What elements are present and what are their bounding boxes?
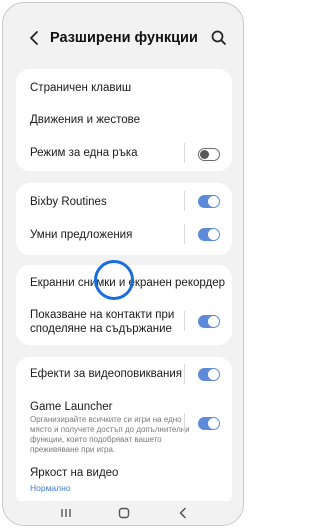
settings-group-2: Bixby Routines Умни предложения [16, 183, 232, 255]
video-call-effects-item[interactable]: Ефекти за видеоповиквания [16, 357, 232, 391]
item-label: Движения и жестове [30, 114, 140, 126]
divider [184, 364, 185, 384]
app-bar: Разширени функции [3, 21, 243, 57]
search-icon[interactable] [209, 28, 229, 48]
item-value: Нормално [30, 483, 71, 493]
item-label: Страничен клавиш [30, 82, 132, 94]
bixby-routines-toggle[interactable] [198, 195, 220, 208]
item-label: Game Launcher [30, 401, 113, 413]
show-contacts-sharing-toggle[interactable] [198, 315, 220, 328]
divider [184, 311, 185, 331]
settings-group-4: Ефекти за видеоповиквания Game Launcher … [16, 357, 232, 507]
smart-suggestions-toggle[interactable] [198, 228, 220, 241]
item-label-line2: споделяне на съдържание [30, 323, 172, 335]
divider [184, 413, 185, 433]
divider [184, 143, 185, 163]
recent-apps-icon[interactable] [58, 505, 74, 521]
show-contacts-sharing-item[interactable]: Показване на контакти при споделяне на с… [16, 299, 232, 345]
game-launcher-toggle[interactable] [198, 417, 220, 430]
item-label: Ефекти за видеоповиквания [30, 368, 183, 380]
divider [184, 224, 185, 244]
video-call-effects-toggle[interactable] [198, 368, 220, 381]
one-handed-mode-item[interactable]: Режим за една ръка [16, 137, 232, 171]
bixby-routines-item[interactable]: Bixby Routines [16, 183, 232, 219]
page-title: Разширени функции [50, 30, 198, 46]
item-label: Яркост на видео [30, 467, 119, 479]
smart-suggestions-item[interactable]: Умни предложения [16, 219, 232, 255]
side-key-item[interactable]: Страничен клавиш [16, 69, 232, 103]
settings-group-1: Страничен клавиш Движения и жестове Режи… [16, 69, 232, 171]
video-brightness-item[interactable]: Яркост на видео Нормално [16, 463, 232, 501]
back-icon[interactable] [175, 505, 191, 521]
tap-highlight-circle [94, 260, 134, 300]
game-launcher-item[interactable]: Game Launcher Организирайте всичките си … [16, 391, 232, 454]
home-icon[interactable] [116, 505, 132, 521]
item-description: Организирайте всичките си игри на едно м… [30, 415, 190, 454]
item-label: Режим за една ръка [30, 147, 138, 159]
item-label: Bixby Routines [30, 196, 107, 208]
item-label: Умни предложения [30, 229, 133, 241]
phone-screen: Разширени функции Страничен клавиш Движе… [2, 2, 244, 526]
motions-gestures-item[interactable]: Движения и жестове [16, 103, 232, 137]
divider [184, 191, 185, 211]
navigation-bar [3, 501, 243, 525]
item-label-line1: Показване на контакти при [30, 309, 175, 321]
chevron-left-icon[interactable] [25, 28, 45, 48]
one-handed-mode-toggle[interactable] [198, 148, 220, 161]
